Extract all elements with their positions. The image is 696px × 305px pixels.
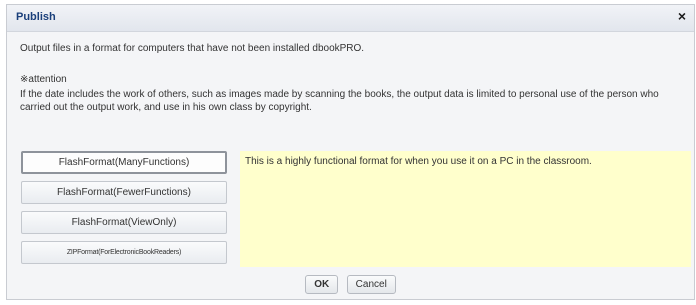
dialog-actions: OK Cancel [7, 274, 694, 294]
attention-notice: ※attention If the date includes the work… [20, 73, 660, 114]
attention-title: ※attention [20, 74, 67, 85]
attention-body: If the date includes the work of others,… [20, 89, 659, 113]
publish-dialog: Publish × Output files in a format for c… [6, 4, 695, 300]
dialog-title: Publish [16, 11, 56, 23]
format-button-zip-ebook-readers[interactable]: ZIPFormat(ForElectronicBookReaders) [21, 241, 227, 264]
close-icon[interactable]: × [674, 8, 690, 24]
format-button-flash-fewer-functions[interactable]: FlashFormat(FewerFunctions) [21, 181, 227, 204]
ok-button[interactable]: OK [305, 275, 339, 294]
format-description-panel: This is a highly functional format for w… [240, 151, 691, 267]
cancel-button[interactable]: Cancel [346, 275, 396, 294]
format-button-flash-view-only[interactable]: FlashFormat(ViewOnly) [21, 211, 227, 234]
format-list: FlashFormat(ManyFunctions) FlashFormat(F… [21, 151, 233, 271]
dialog-description: Output files in a format for computers t… [20, 43, 365, 54]
format-button-flash-many-functions[interactable]: FlashFormat(ManyFunctions) [21, 151, 227, 174]
title-bar[interactable]: Publish × [7, 5, 694, 32]
